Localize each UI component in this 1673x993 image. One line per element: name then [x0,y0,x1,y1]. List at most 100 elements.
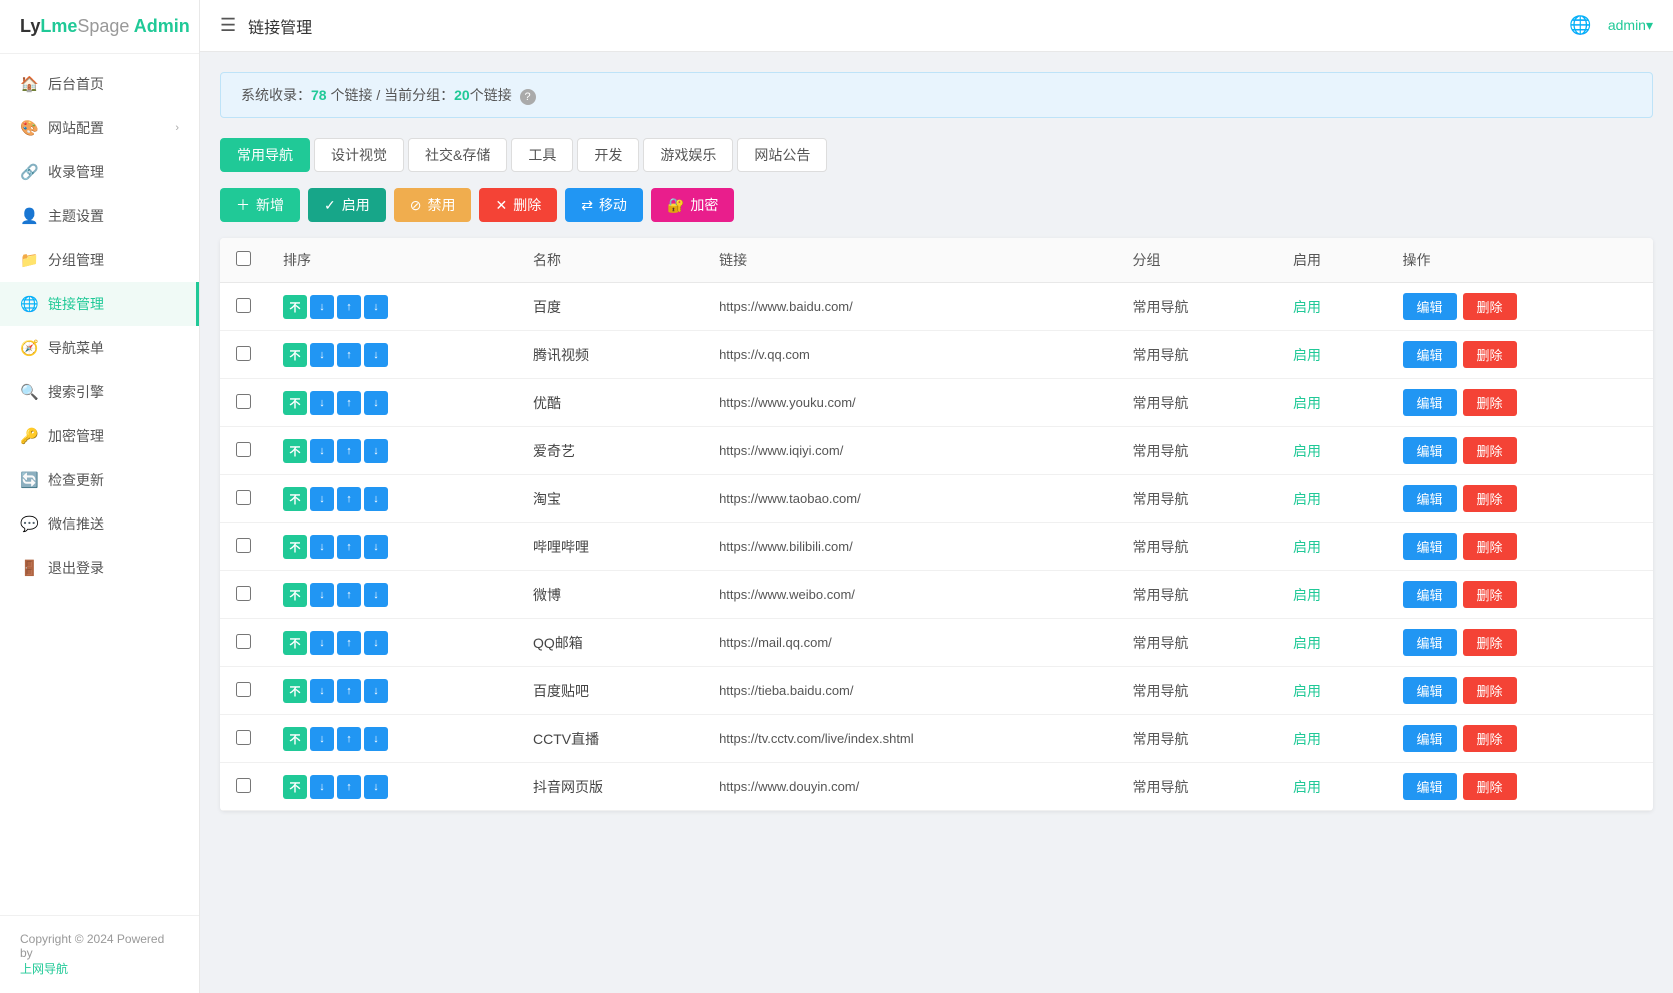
row-checkbox-8[interactable] [236,682,251,697]
sort-btn-2[interactable]: ↑ [337,487,361,511]
edit-button[interactable]: 编辑 [1403,581,1457,608]
tab-tools[interactable]: 工具 [511,138,573,172]
admin-menu[interactable]: admin▾ [1608,17,1653,34]
sort-btn-0[interactable]: 不 [283,535,307,559]
sidebar-item-site-config[interactable]: 🎨 网站配置 › [0,106,199,150]
sort-btn-0[interactable]: 不 [283,631,307,655]
sort-btn-2[interactable]: ↑ [337,727,361,751]
sort-btn-3[interactable]: ↓ [364,439,388,463]
sort-btn-2[interactable]: ↑ [337,775,361,799]
sidebar-item-nav-menu[interactable]: 🧭 导航菜单 [0,326,199,370]
row-checkbox-9[interactable] [236,730,251,745]
edit-button[interactable]: 编辑 [1403,533,1457,560]
sort-btn-2[interactable]: ↑ [337,391,361,415]
edit-button[interactable]: 编辑 [1403,341,1457,368]
globe-icon[interactable]: 🌐 [1569,15,1591,36]
delete-row-button[interactable]: 删除 [1463,773,1517,800]
delete-row-button[interactable]: 删除 [1463,293,1517,320]
edit-button[interactable]: 编辑 [1403,485,1457,512]
sort-btn-2[interactable]: ↑ [337,583,361,607]
sidebar-item-search[interactable]: 🔍 搜索引擎 [0,370,199,414]
help-icon[interactable]: ? [520,89,536,105]
sort-btn-3[interactable]: ↓ [364,295,388,319]
sort-btn-3[interactable]: ↓ [364,343,388,367]
sort-btn-3[interactable]: ↓ [364,775,388,799]
edit-button[interactable]: 编辑 [1403,725,1457,752]
sort-btn-1[interactable]: ↓ [310,295,334,319]
sort-btn-1[interactable]: ↓ [310,583,334,607]
sort-btn-3[interactable]: ↓ [364,487,388,511]
tab-site-notice[interactable]: 网站公告 [737,138,827,172]
sort-btn-1[interactable]: ↓ [310,775,334,799]
menu-icon[interactable]: ☰ [220,15,236,36]
sort-btn-0[interactable]: 不 [283,727,307,751]
sort-btn-3[interactable]: ↓ [364,727,388,751]
sort-btn-0[interactable]: 不 [283,487,307,511]
sort-btn-0[interactable]: 不 [283,439,307,463]
sidebar-item-link[interactable]: 🌐 链接管理 [0,282,199,326]
sidebar-item-theme[interactable]: 👤 主题设置 [0,194,199,238]
row-checkbox-3[interactable] [236,442,251,457]
delete-row-button[interactable]: 删除 [1463,341,1517,368]
sort-btn-0[interactable]: 不 [283,343,307,367]
sort-btn-0[interactable]: 不 [283,295,307,319]
add-button[interactable]: ＋ 新增 [220,188,300,222]
sort-btn-2[interactable]: ↑ [337,439,361,463]
sort-btn-1[interactable]: ↓ [310,439,334,463]
delete-row-button[interactable]: 删除 [1463,581,1517,608]
row-checkbox-6[interactable] [236,586,251,601]
delete-row-button[interactable]: 删除 [1463,725,1517,752]
sidebar-item-group[interactable]: 📁 分组管理 [0,238,199,282]
sort-btn-3[interactable]: ↓ [364,631,388,655]
row-checkbox-10[interactable] [236,778,251,793]
delete-button[interactable]: ✕ 删除 [479,188,557,222]
enable-button[interactable]: ✓ 启用 [308,188,386,222]
edit-button[interactable]: 编辑 [1403,677,1457,704]
sidebar-item-home[interactable]: 🏠 后台首页 [0,62,199,106]
row-checkbox-5[interactable] [236,538,251,553]
delete-row-button[interactable]: 删除 [1463,629,1517,656]
move-button[interactable]: ⇄ 移动 [565,188,643,222]
select-all-checkbox[interactable] [236,251,251,266]
sort-btn-1[interactable]: ↓ [310,679,334,703]
row-checkbox-1[interactable] [236,346,251,361]
sort-btn-2[interactable]: ↑ [337,535,361,559]
edit-button[interactable]: 编辑 [1403,293,1457,320]
sidebar-item-update[interactable]: 🔄 检查更新 [0,458,199,502]
delete-row-button[interactable]: 删除 [1463,677,1517,704]
sort-btn-3[interactable]: ↓ [364,679,388,703]
sidebar-item-wechat[interactable]: 💬 微信推送 [0,502,199,546]
tab-social[interactable]: 社交&存储 [408,138,507,172]
edit-button[interactable]: 编辑 [1403,773,1457,800]
tab-design-view[interactable]: 设计视觉 [314,138,404,172]
sort-btn-2[interactable]: ↑ [337,343,361,367]
edit-button[interactable]: 编辑 [1403,389,1457,416]
sidebar-item-encrypt[interactable]: 🔑 加密管理 [0,414,199,458]
row-checkbox-4[interactable] [236,490,251,505]
edit-button[interactable]: 编辑 [1403,629,1457,656]
sort-btn-1[interactable]: ↓ [310,535,334,559]
sort-btn-1[interactable]: ↓ [310,391,334,415]
sort-btn-0[interactable]: 不 [283,679,307,703]
edit-button[interactable]: 编辑 [1403,437,1457,464]
tab-common-nav[interactable]: 常用导航 [220,138,310,172]
tab-dev[interactable]: 开发 [577,138,639,172]
delete-row-button[interactable]: 删除 [1463,485,1517,512]
sort-btn-0[interactable]: 不 [283,775,307,799]
sidebar-item-collection[interactable]: 🔗 收录管理 [0,150,199,194]
disable-button[interactable]: ⊘ 禁用 [394,188,472,222]
sort-btn-1[interactable]: ↓ [310,631,334,655]
sort-btn-2[interactable]: ↑ [337,295,361,319]
tab-game[interactable]: 游戏娱乐 [643,138,733,172]
sort-btn-3[interactable]: ↓ [364,583,388,607]
delete-row-button[interactable]: 删除 [1463,389,1517,416]
sort-btn-1[interactable]: ↓ [310,487,334,511]
sort-btn-0[interactable]: 不 [283,391,307,415]
sort-btn-3[interactable]: ↓ [364,535,388,559]
sort-btn-2[interactable]: ↑ [337,631,361,655]
row-checkbox-7[interactable] [236,634,251,649]
sort-btn-2[interactable]: ↑ [337,679,361,703]
encrypt-button[interactable]: 🔐 加密 [651,188,734,222]
sort-btn-1[interactable]: ↓ [310,727,334,751]
row-checkbox-2[interactable] [236,394,251,409]
